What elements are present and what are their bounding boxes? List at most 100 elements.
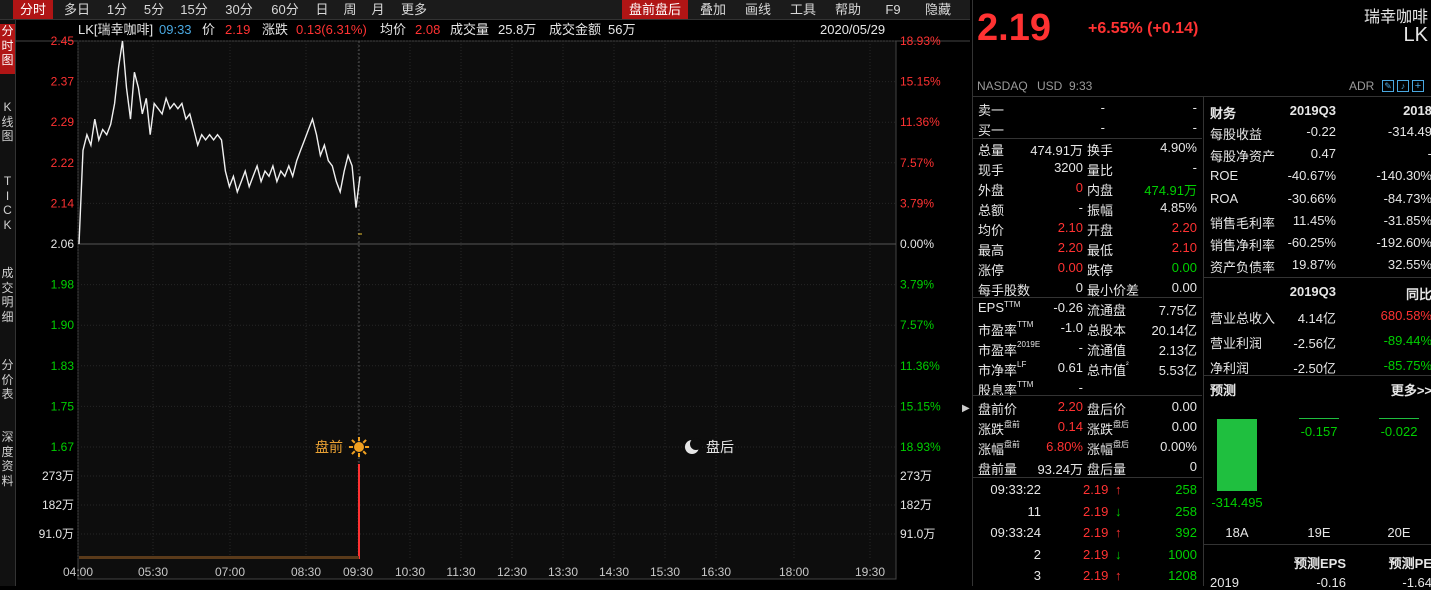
tick-price: 2.19 xyxy=(1083,546,1109,562)
tab-multiday[interactable]: 多日 xyxy=(58,0,96,19)
price-tick-label: 2.29 xyxy=(51,115,75,129)
overlay-button[interactable]: 叠加 xyxy=(693,0,733,19)
info-amount: 56万 xyxy=(608,22,636,37)
orderbook-price: - xyxy=(1100,100,1105,115)
pct-tick-label: 7.57% xyxy=(900,318,934,332)
forecast-value: -0.022 xyxy=(1380,424,1418,439)
info-volume: 25.8万 xyxy=(498,22,537,37)
finance-row-value: -31.85% xyxy=(1383,212,1431,228)
finance-header-period: 2019Q3 xyxy=(1289,103,1336,118)
tab-day[interactable]: 日 xyxy=(310,0,334,19)
volume-tick-label-right: 273万 xyxy=(900,469,932,483)
alert-bell-icon[interactable]: ♪ xyxy=(1397,80,1409,92)
time-tick-label: 11:30 xyxy=(446,565,475,579)
finance-row-yoy: -89.44% xyxy=(1383,333,1431,348)
quote-currency: USD xyxy=(1037,79,1063,93)
price-tick-label: 1.83 xyxy=(51,359,75,373)
tab-intraday[interactable]: 分时 xyxy=(13,0,53,19)
tab-week[interactable]: 周 xyxy=(338,0,362,19)
tab-more[interactable]: 更多 xyxy=(395,0,433,19)
tick-volume: 1000 xyxy=(1168,546,1197,562)
tick-price: 2.19 xyxy=(1083,525,1109,540)
volume-tick-label-right: 182万 xyxy=(900,498,932,512)
finance-row-yoy: 680.58% xyxy=(1380,308,1431,323)
pct-tick-label: 0.00% xyxy=(900,237,934,251)
time-tick-label: 08:30 xyxy=(291,565,321,579)
premarket-stat-value: 6.80% xyxy=(1046,439,1083,454)
arrow-down-icon: ↓ xyxy=(1115,546,1122,562)
volume-tick-label-right: 91.0万 xyxy=(900,527,935,541)
finance-row-label: 每股收益 xyxy=(1210,127,1263,142)
time-tick-label: 05:30 xyxy=(138,565,168,579)
forecast-year: 2019 xyxy=(1210,575,1239,590)
postmarket-stat-value: 0.00 xyxy=(1171,399,1197,414)
premarket-stat-label: 盘前价 xyxy=(978,402,1018,417)
tick-volume: 258 xyxy=(1175,503,1197,519)
collapse-arrow-icon[interactable]: ▶ xyxy=(962,402,971,416)
quote-panel: 2.19 +6.55% (+0.14) 瑞幸咖啡 LK NASDAQ USD 9… xyxy=(972,0,1431,590)
tick-time: 3 xyxy=(1033,568,1041,583)
help-button[interactable]: 帮助 xyxy=(828,0,868,19)
pct-tick-label: 15.15% xyxy=(900,75,941,89)
forecast-bar-20e xyxy=(1379,418,1419,419)
finance-row-value: -140.30% xyxy=(1376,168,1431,184)
f9-button[interactable]: F9 xyxy=(873,0,913,19)
valuation-value: 7.75亿 xyxy=(1158,303,1197,318)
info-time: 09:33 xyxy=(159,22,192,37)
hide-button[interactable]: 隐藏 xyxy=(918,0,958,19)
forecast-more-link[interactable]: 更多>> xyxy=(1354,380,1431,399)
stat-value: - xyxy=(1078,200,1083,215)
stat-label: 振幅 xyxy=(1087,203,1114,218)
edit-icon[interactable]: ✎ xyxy=(1382,80,1394,92)
tab-30min[interactable]: 30分 xyxy=(218,0,260,19)
finance-row-value: - xyxy=(1354,146,1431,161)
volume-tick-label: 273万 xyxy=(42,469,74,483)
finance-row-value: -84.73% xyxy=(1383,190,1431,206)
valuation-value: 5.53亿 xyxy=(1158,363,1197,378)
draw-line-button[interactable]: 画线 xyxy=(738,0,778,19)
valuation-value: - xyxy=(1078,340,1083,355)
info-date: 2020/05/29 xyxy=(820,22,886,37)
stat-label: 开盘 xyxy=(1087,223,1114,238)
info-code: LK[瑞幸咖啡] xyxy=(78,22,154,37)
chart-toolbar: 分时 多日 1分 5分 15分 30分 60分 日 周 月 更多 盘前盘后 叠加… xyxy=(0,0,970,20)
info-change-label: 涨跌 xyxy=(262,22,289,37)
intraday-chart[interactable]: 2.45 18.93% 2.37 15.15% 2.29 11.36% 2.22 7.57% 2… xyxy=(0,20,970,586)
finance-header: 财务 xyxy=(1210,106,1237,121)
stat-value: 3200 xyxy=(1054,160,1083,175)
tab-60min[interactable]: 60分 xyxy=(264,0,306,19)
tools-button[interactable]: 工具 xyxy=(783,0,823,19)
stat-value: 2.10 xyxy=(1171,240,1197,255)
stat-value: 0.00 xyxy=(1171,280,1197,295)
finance-header-yoy: 同比 xyxy=(1405,287,1431,302)
stat-value: 0.00 xyxy=(1057,260,1083,275)
forecast-bar-18a xyxy=(1217,419,1257,491)
stat-label: 外盘 xyxy=(978,183,1005,198)
stat-label: 总量 xyxy=(978,143,1005,158)
finance-header-period: 2019Q3 xyxy=(1289,284,1336,299)
tab-5min[interactable]: 5分 xyxy=(137,0,171,19)
tick-price: 2.19 xyxy=(1083,568,1109,583)
postmarket-stat-label: 盘后价 xyxy=(1087,402,1127,417)
add-icon[interactable]: + xyxy=(1412,80,1424,92)
tick-volume: 258 xyxy=(1175,482,1197,497)
tab-month[interactable]: 月 xyxy=(366,0,390,19)
stat-label: 现手 xyxy=(978,163,1005,178)
valuation-value: -1.0 xyxy=(1060,320,1083,335)
tab-1min[interactable]: 1分 xyxy=(100,0,134,19)
finance-row-value: -60.25% xyxy=(1287,235,1336,250)
premarket-stat-label: 盘前量 xyxy=(978,462,1018,477)
time-tick-label: 18:00 xyxy=(779,565,809,579)
price-tick-label: 1.90 xyxy=(51,318,75,332)
stat-value: 0 xyxy=(1075,180,1083,195)
stat-value: 2.10 xyxy=(1057,220,1083,235)
stat-label: 均价 xyxy=(978,223,1005,238)
valuation-value: 2.13亿 xyxy=(1158,343,1197,358)
stat-label: 换手 xyxy=(1087,143,1114,158)
postmarket-stat-value: 0 xyxy=(1189,459,1197,474)
premarket-postmarket-button[interactable]: 盘前盘后 xyxy=(622,0,688,19)
arrow-down-icon: ↓ xyxy=(1115,503,1122,519)
tick-price: 2.19 xyxy=(1083,503,1109,519)
tab-15min[interactable]: 15分 xyxy=(174,0,214,19)
postmarket-stat-label: 盘后量 xyxy=(1087,462,1127,477)
